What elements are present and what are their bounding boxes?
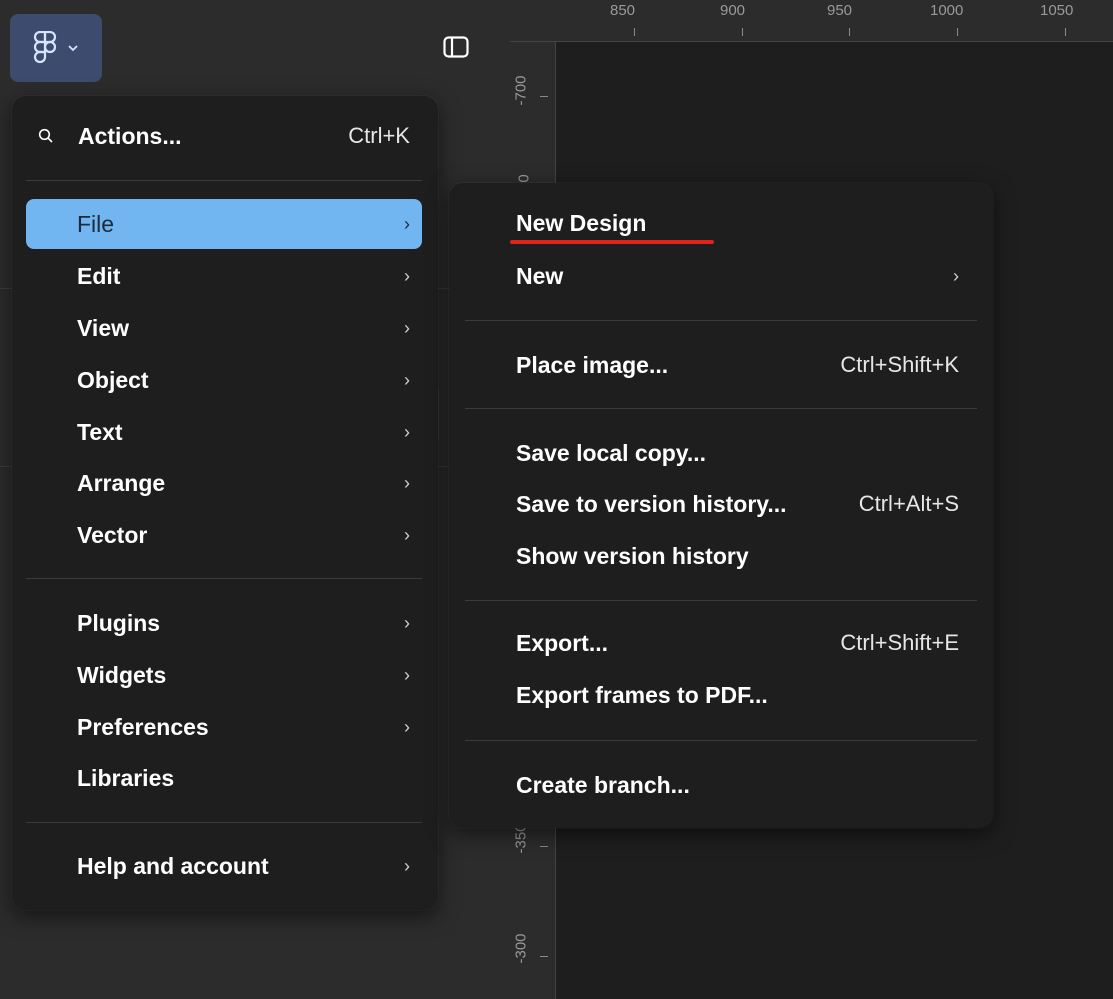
ruler-tick bbox=[540, 846, 548, 847]
menu-item-label: Libraries bbox=[77, 764, 175, 791]
menu-item-view[interactable]: View › bbox=[12, 306, 438, 350]
menu-item-label: Arrange bbox=[77, 469, 166, 496]
menu-separator bbox=[26, 578, 422, 579]
menu-item-label: Text bbox=[77, 418, 123, 445]
chevron-right-icon: › bbox=[404, 369, 410, 390]
menu-item-shortcut: Ctrl+Alt+S bbox=[858, 491, 959, 516]
menu-item-label: Edit bbox=[77, 262, 121, 289]
menu-item-label: Create branch... bbox=[516, 771, 690, 798]
menu-item-arrange[interactable]: Arrange › bbox=[12, 461, 438, 505]
search-icon bbox=[38, 128, 64, 144]
menu-item-new-design[interactable]: New Design bbox=[449, 201, 993, 245]
menu-item-preferences[interactable]: Preferences › bbox=[12, 705, 438, 749]
menu-item-file[interactable]: File › bbox=[26, 199, 422, 249]
figma-logo-icon bbox=[33, 31, 57, 65]
chevron-down-icon bbox=[67, 44, 79, 52]
ruler-tick bbox=[540, 96, 548, 97]
ruler-label: 0 bbox=[515, 174, 533, 183]
chevron-right-icon: › bbox=[404, 317, 410, 338]
ruler-label: 1000 bbox=[930, 2, 964, 19]
menu-item-label: Show version history bbox=[516, 542, 749, 569]
menu-item-label: New Design bbox=[516, 209, 647, 236]
menu-item-edit[interactable]: Edit › bbox=[12, 254, 438, 298]
panel-toggle-icon[interactable] bbox=[438, 33, 474, 61]
ruler-tick bbox=[1065, 28, 1066, 36]
chevron-right-icon: › bbox=[404, 213, 410, 234]
menu-item-create-branch[interactable]: Create branch... bbox=[449, 763, 993, 807]
menu-item-place-image[interactable]: Place image... Ctrl+Shift+K bbox=[449, 343, 993, 387]
ruler-label: 1050 bbox=[1040, 2, 1074, 19]
ruler-tick bbox=[849, 28, 850, 36]
menu-item-plugins[interactable]: Plugins › bbox=[12, 601, 438, 645]
menu-item-save-local-copy[interactable]: Save local copy... bbox=[449, 431, 993, 475]
ruler-label: 950 bbox=[827, 2, 853, 19]
menu-item-export-frames-to-pdf[interactable]: Export frames to PDF... bbox=[449, 673, 993, 717]
menu-separator bbox=[26, 180, 422, 181]
menu-item-export[interactable]: Export... Ctrl+Shift+E bbox=[449, 621, 993, 665]
menu-item-label: Vector bbox=[77, 521, 148, 548]
menu-item-shortcut: Ctrl+Shift+E bbox=[840, 630, 959, 655]
menu-item-libraries[interactable]: Libraries bbox=[12, 756, 438, 800]
menu-separator bbox=[26, 822, 422, 823]
chevron-right-icon: › bbox=[404, 664, 410, 685]
menu-item-label: Export frames to PDF... bbox=[516, 681, 768, 708]
main-menu: Actions... Ctrl+K File › Edit › View › O… bbox=[12, 96, 438, 910]
menu-item-label: Place image... bbox=[516, 351, 669, 378]
menu-item-label: Preferences bbox=[77, 713, 209, 740]
menu-separator bbox=[465, 740, 977, 741]
menu-item-label: Widgets bbox=[77, 661, 167, 688]
menu-item-show-version-history[interactable]: Show version history bbox=[449, 534, 993, 578]
menu-item-label: Save local copy... bbox=[516, 439, 707, 466]
menu-item-label: View bbox=[77, 314, 129, 341]
ruler-label: 850 bbox=[610, 2, 636, 19]
ruler-tick bbox=[634, 28, 635, 36]
actions-search[interactable]: Actions... Ctrl+K bbox=[12, 114, 438, 158]
menu-item-label: Help and account bbox=[77, 852, 269, 879]
chevron-right-icon: › bbox=[404, 524, 410, 545]
chevron-right-icon: › bbox=[404, 612, 410, 633]
menu-item-object[interactable]: Object › bbox=[12, 358, 438, 402]
file-submenu: New Design New › Place image... Ctrl+Shi… bbox=[449, 183, 993, 828]
chevron-right-icon: › bbox=[404, 265, 410, 286]
chevron-right-icon: › bbox=[404, 716, 410, 737]
menu-item-shortcut: Ctrl+Shift+K bbox=[840, 352, 959, 377]
menu-separator bbox=[465, 320, 977, 321]
menu-item-label: New bbox=[516, 262, 564, 289]
ruler-label: -700 bbox=[512, 75, 530, 106]
menu-item-vector[interactable]: Vector › bbox=[12, 513, 438, 557]
menu-item-help-and-account[interactable]: Help and account › bbox=[12, 844, 438, 888]
actions-shortcut: Ctrl+K bbox=[348, 123, 410, 148]
annotation-underline bbox=[510, 240, 714, 244]
actions-label: Actions... bbox=[78, 122, 182, 149]
ruler-tick bbox=[957, 28, 958, 36]
chevron-right-icon: › bbox=[404, 421, 410, 442]
ruler-top: 850 900 950 1000 1050 bbox=[510, 0, 1113, 42]
ruler-label: -300 bbox=[512, 933, 530, 964]
menu-item-widgets[interactable]: Widgets › bbox=[12, 653, 438, 697]
ruler-tick bbox=[742, 28, 743, 36]
menu-item-label: Object bbox=[77, 366, 149, 393]
chevron-right-icon: › bbox=[404, 472, 410, 493]
ruler-tick bbox=[540, 956, 548, 957]
menu-item-label: Plugins bbox=[77, 609, 161, 636]
menu-item-label: Save to version history... bbox=[516, 490, 787, 517]
chevron-right-icon: › bbox=[404, 855, 410, 876]
menu-separator bbox=[465, 600, 977, 601]
menu-separator bbox=[465, 408, 977, 409]
ruler-label: 900 bbox=[720, 2, 746, 19]
menu-item-label: File bbox=[77, 210, 115, 237]
menu-item-text[interactable]: Text › bbox=[12, 410, 438, 454]
menu-item-new[interactable]: New › bbox=[449, 254, 993, 298]
menu-item-label: Export... bbox=[516, 629, 609, 656]
main-menu-button[interactable] bbox=[10, 14, 102, 82]
chevron-right-icon: › bbox=[953, 265, 959, 286]
menu-item-save-to-version-history[interactable]: Save to version history... Ctrl+Alt+S bbox=[449, 482, 993, 526]
